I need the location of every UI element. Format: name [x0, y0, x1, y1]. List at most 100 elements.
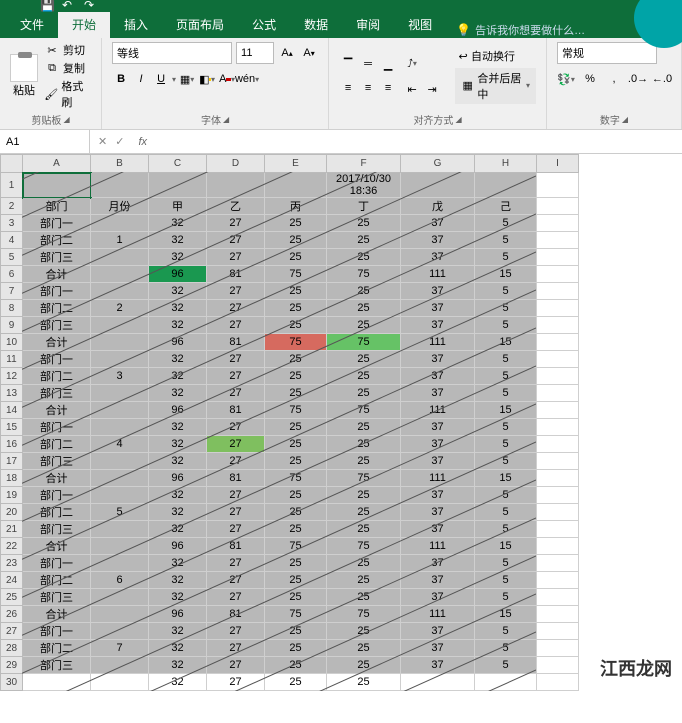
row-header[interactable]: 30 — [1, 674, 23, 691]
cell[interactable]: 25 — [265, 317, 327, 334]
cell[interactable] — [91, 674, 149, 691]
cell[interactable]: 75 — [327, 606, 401, 623]
cell[interactable]: 27 — [207, 249, 265, 266]
cell[interactable]: 部门一 — [23, 623, 91, 640]
row-header[interactable]: 13 — [1, 385, 23, 402]
cell[interactable]: 32 — [149, 623, 207, 640]
cell[interactable] — [537, 249, 579, 266]
cell[interactable]: 5 — [475, 555, 537, 572]
col-header-A[interactable]: A — [23, 155, 91, 173]
cell[interactable] — [23, 674, 91, 691]
cell[interactable] — [91, 249, 149, 266]
cell[interactable]: 25 — [265, 419, 327, 436]
cell[interactable]: 部门一 — [23, 555, 91, 572]
align-top-button[interactable]: ▔ — [339, 53, 357, 75]
cell[interactable]: 37 — [401, 368, 475, 385]
col-header-C[interactable]: C — [149, 155, 207, 173]
row-header[interactable]: 9 — [1, 317, 23, 334]
cell[interactable]: 25 — [265, 589, 327, 606]
cell[interactable]: 96 — [149, 266, 207, 283]
italic-button[interactable]: I — [132, 68, 150, 90]
cell[interactable]: 5 — [475, 572, 537, 589]
cell[interactable]: 15 — [475, 334, 537, 351]
cell[interactable]: 部门三 — [23, 453, 91, 470]
cell[interactable]: 27 — [207, 453, 265, 470]
cell[interactable]: 5 — [475, 640, 537, 657]
cell[interactable]: 81 — [207, 606, 265, 623]
cell[interactable]: 37 — [401, 317, 475, 334]
row-header[interactable]: 17 — [1, 453, 23, 470]
cell[interactable] — [207, 173, 265, 198]
col-header-B[interactable]: B — [91, 155, 149, 173]
cancel-icon[interactable]: ✕ — [98, 135, 107, 148]
paste-button[interactable]: 粘贴 — [10, 54, 38, 98]
cell[interactable]: 27 — [207, 640, 265, 657]
cell[interactable] — [537, 674, 579, 691]
cell[interactable]: 部门二 — [23, 504, 91, 521]
cell[interactable] — [537, 317, 579, 334]
cell[interactable]: 5 — [475, 521, 537, 538]
cell[interactable]: 81 — [207, 334, 265, 351]
cell[interactable]: 27 — [207, 351, 265, 368]
cell[interactable]: 32 — [149, 249, 207, 266]
cell[interactable]: 5 — [475, 504, 537, 521]
enter-icon[interactable]: ✓ — [115, 135, 124, 148]
cell[interactable] — [537, 453, 579, 470]
cell[interactable]: 部门二 — [23, 436, 91, 453]
dialog-launcher-icon[interactable]: ◢ — [622, 115, 628, 124]
cell[interactable]: 32 — [149, 674, 207, 691]
col-header-E[interactable]: E — [265, 155, 327, 173]
cell[interactable] — [537, 215, 579, 232]
cell[interactable]: 75 — [327, 334, 401, 351]
undo-icon[interactable]: ↶ — [62, 0, 78, 14]
cell[interactable] — [401, 173, 475, 198]
cell[interactable]: 25 — [327, 521, 401, 538]
cell[interactable]: 4 — [91, 436, 149, 453]
select-all-button[interactable] — [1, 155, 23, 173]
row-header[interactable]: 14 — [1, 402, 23, 419]
align-middle-button[interactable]: ═ — [359, 53, 377, 75]
cell[interactable] — [91, 283, 149, 300]
cell[interactable]: 25 — [265, 300, 327, 317]
cell[interactable] — [537, 589, 579, 606]
cell[interactable]: 25 — [265, 436, 327, 453]
cell[interactable]: 戊 — [401, 198, 475, 215]
row-header[interactable]: 28 — [1, 640, 23, 657]
col-header-G[interactable]: G — [401, 155, 475, 173]
cell[interactable]: 32 — [149, 657, 207, 674]
align-right-button[interactable]: ≡ — [379, 77, 397, 99]
cell[interactable]: 部门一 — [23, 487, 91, 504]
cell[interactable]: 3 — [91, 368, 149, 385]
cell[interactable] — [537, 606, 579, 623]
cell[interactable]: 5 — [475, 453, 537, 470]
cell[interactable]: 25 — [327, 232, 401, 249]
cell[interactable] — [401, 674, 475, 691]
cell[interactable]: 81 — [207, 402, 265, 419]
cell[interactable]: 5 — [475, 249, 537, 266]
tab-formulas[interactable]: 公式 — [238, 11, 290, 38]
row-header[interactable]: 1 — [1, 173, 23, 198]
cell[interactable]: 1 — [91, 232, 149, 249]
row-header[interactable]: 21 — [1, 521, 23, 538]
cell[interactable]: 37 — [401, 232, 475, 249]
tab-file[interactable]: 文件 — [6, 11, 58, 38]
fill-color-button[interactable]: ◧▾ — [198, 68, 216, 90]
cell[interactable]: 32 — [149, 453, 207, 470]
orientation-button[interactable]: ⭜▾ — [403, 52, 421, 74]
cell[interactable]: 己 — [475, 198, 537, 215]
cell[interactable]: 部门三 — [23, 521, 91, 538]
cell[interactable] — [537, 402, 579, 419]
cell[interactable]: 27 — [207, 674, 265, 691]
cell[interactable]: 37 — [401, 249, 475, 266]
cell[interactable]: 27 — [207, 521, 265, 538]
cell[interactable]: 37 — [401, 487, 475, 504]
cell[interactable]: 27 — [207, 283, 265, 300]
cell[interactable]: 部门二 — [23, 300, 91, 317]
cell[interactable]: 15 — [475, 606, 537, 623]
borders-button[interactable]: ▦▾ — [178, 68, 196, 90]
row-header[interactable]: 8 — [1, 300, 23, 317]
cell[interactable]: 75 — [265, 470, 327, 487]
formula-input[interactable] — [153, 130, 682, 153]
cell[interactable]: 25 — [265, 215, 327, 232]
cell[interactable]: 111 — [401, 402, 475, 419]
